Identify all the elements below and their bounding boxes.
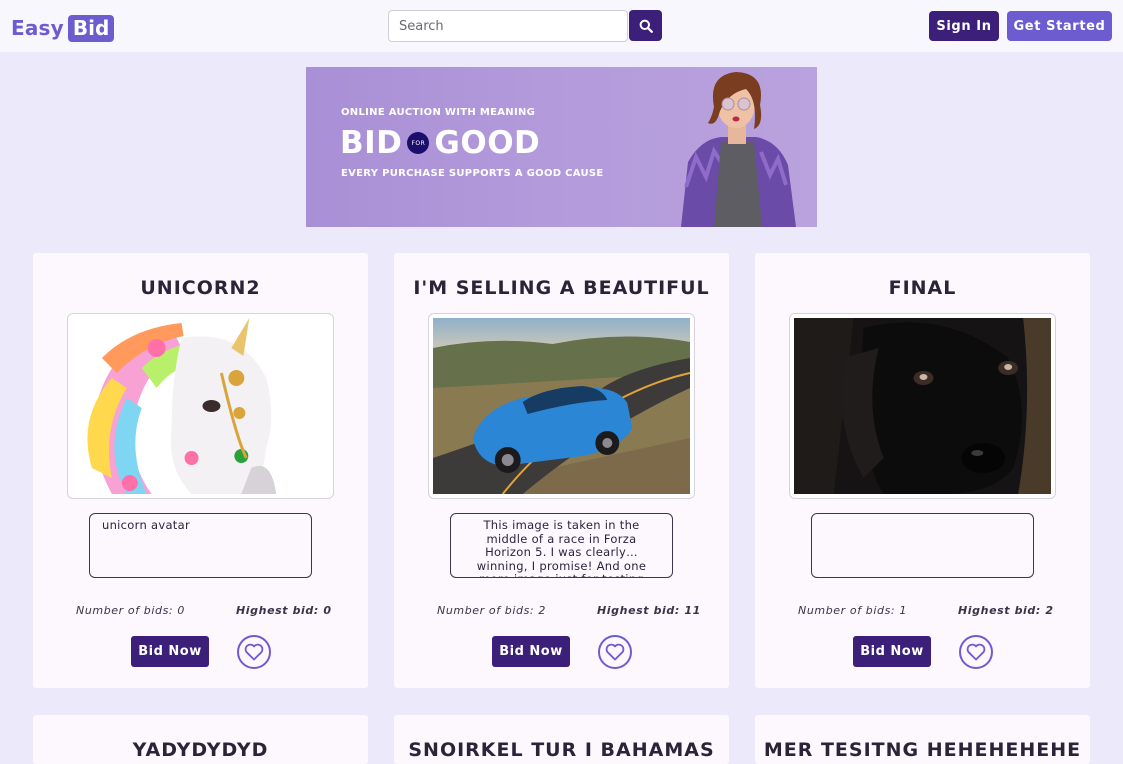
search-button[interactable] [629,10,662,41]
dog-image [794,318,1051,494]
highest-bid: Highest bid: 0 [236,604,332,617]
card-title: I'M SELLING A BEAUTIFUL [413,277,710,299]
item-description[interactable] [811,513,1034,578]
card-title: MER TESITNG HEHEHEHEHE [763,739,1082,761]
logo-text-easy: Easy [11,16,64,40]
banner-headline: BID FOR GOOD [340,125,540,161]
heart-icon [605,643,625,661]
bid-count: Number of bids: 0 [76,604,185,617]
item-image-frame[interactable] [428,313,695,499]
card-title: YADYDYDYD [132,739,269,761]
card-title: UNICORN2 [140,277,261,299]
auction-card: FINAL Number of bids: 1 Highest bid: 2 B… [755,253,1090,688]
top-navbar: Easy Bid Sign In Get Started [0,0,1123,52]
favorite-button[interactable] [237,635,271,669]
banner-model-image [681,72,796,227]
auction-card: MER TESITNG HEHEHEHEHE [755,715,1090,764]
card-title: FINAL [888,277,957,299]
sign-in-button[interactable]: Sign In [929,11,999,41]
highest-bid: Highest bid: 2 [958,604,1054,617]
item-description[interactable]: This image is taken in the middle of a r… [450,513,673,578]
bid-now-button[interactable]: Bid Now [492,636,570,667]
item-image-frame[interactable] [67,313,334,499]
unicorn-image [72,318,329,494]
banner-for-badge: FOR [407,132,430,154]
bid-now-button[interactable]: Bid Now [131,636,209,667]
bid-count: Number of bids: 1 [798,604,907,617]
highest-bid: Highest bid: 11 [597,604,701,617]
car-image [433,318,690,494]
bid-now-button[interactable]: Bid Now [853,636,931,667]
auction-card: SNOIRKEL TUR I BAHAMAS [394,715,729,764]
item-description[interactable]: unicorn avatar [89,513,312,578]
promo-banner[interactable]: ONLINE AUCTION WITH MEANING BID FOR GOOD… [306,67,817,227]
search-input[interactable] [388,10,628,42]
auction-card: UNICORN2 unicorn avatar Number of bids: … [33,253,368,688]
banner-headline-good: GOOD [434,125,541,161]
banner-subline: EVERY PURCHASE SUPPORTS A GOOD CAUSE [341,168,604,179]
auction-card: YADYDYDYD [33,715,368,764]
easybid-logo[interactable]: Easy Bid [11,14,115,42]
heart-icon [966,643,986,661]
favorite-button[interactable] [598,635,632,669]
auction-card: I'M SELLING A BEAUTIFUL This image is ta… [394,253,729,688]
search-icon [639,19,653,33]
get-started-button[interactable]: Get Started [1007,11,1112,41]
banner-kicker: ONLINE AUCTION WITH MEANING [341,107,536,118]
favorite-button[interactable] [959,635,993,669]
logo-text-bid: Bid [67,14,115,42]
card-title: SNOIRKEL TUR I BAHAMAS [408,739,715,761]
item-image-frame[interactable] [789,313,1056,499]
banner-headline-bid: BID [340,125,403,161]
heart-icon [244,643,264,661]
bid-count: Number of bids: 2 [437,604,546,617]
